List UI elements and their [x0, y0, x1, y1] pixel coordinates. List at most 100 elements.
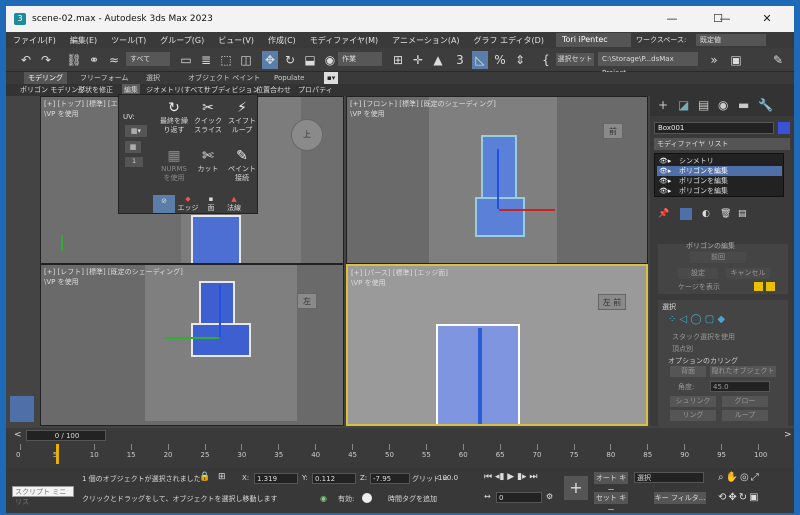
spinner-snap-icon[interactable]: ⇕: [512, 51, 528, 69]
more-icon[interactable]: »: [706, 51, 722, 69]
modifier-list-dropdown[interactable]: モディファイヤ リスト: [654, 138, 790, 150]
move-gizmo-y[interactable]: [219, 285, 221, 337]
select-object-icon[interactable]: ▭: [178, 51, 194, 69]
auto-key-button[interactable]: オート キー: [594, 472, 628, 494]
link-icon[interactable]: ⛓: [66, 51, 82, 69]
set-key-button[interactable]: セット キー: [594, 492, 628, 513]
time-config-icon[interactable]: ⚙: [546, 492, 553, 501]
eye-icon[interactable]: 👁▸: [659, 186, 671, 196]
viewport-persp-label[interactable]: [+] [パース] [標準] [エッジ面]: [351, 268, 448, 278]
timeline-next-icon[interactable]: >: [784, 430, 792, 440]
move-gizmo-y[interactable]: [478, 328, 482, 424]
modify-tab-icon[interactable]: ◪: [678, 98, 689, 112]
create-selection-set-button[interactable]: 選択セット: [556, 53, 594, 66]
user-account-menu[interactable]: Tori iPentec: [556, 33, 631, 47]
key-mode-icon[interactable]: ↔: [484, 492, 491, 501]
subobject-icons[interactable]: ⁘ ◁ ◯ ▢ ◆: [668, 314, 725, 325]
reference-coordinate-dropdown[interactable]: 作業: [338, 52, 382, 66]
undo-icon[interactable]: ↶: [18, 51, 34, 69]
set-key-icon[interactable]: +: [564, 476, 588, 500]
settings-button[interactable]: 設定: [678, 268, 718, 279]
backface-button[interactable]: 背面: [670, 366, 706, 377]
ring-button[interactable]: リング: [670, 410, 716, 421]
place-icon[interactable]: ◉: [322, 51, 338, 69]
use-stack-selection-checkbox[interactable]: スタック選択を使用: [672, 332, 735, 342]
constraint-none-icon[interactable]: ⊘: [153, 195, 175, 213]
rotate-icon[interactable]: ↻: [282, 51, 298, 69]
subtab-modify-shape[interactable]: 形状を修正: [78, 84, 113, 96]
menu-edit[interactable]: 編集(E): [63, 35, 104, 46]
menu-animation[interactable]: アニメーション(A): [385, 35, 466, 46]
box-object[interactable]: [191, 215, 241, 263]
z-field[interactable]: -7.95: [370, 473, 410, 484]
menu-graph-editors[interactable]: グラフ エディタ(D): [467, 35, 551, 46]
eye-icon[interactable]: 👁▸: [659, 176, 671, 186]
scale-icon[interactable]: ⬓: [302, 51, 318, 69]
viewport-layout-icon[interactable]: [10, 396, 34, 422]
maximize-button[interactable]: ☐: [695, 6, 741, 32]
tab-modeling[interactable]: モデリング: [24, 72, 67, 84]
isolate-icon[interactable]: ⊞: [218, 472, 226, 482]
workspace-dropdown[interactable]: 既定値: [696, 34, 766, 46]
make-unique-icon[interactable]: ◐: [702, 209, 710, 219]
utilities-tab-icon[interactable]: 🔧: [758, 98, 773, 112]
x-field[interactable]: 1.319: [254, 473, 298, 484]
nurms-button[interactable]: ▦ NURMS を使用: [159, 147, 189, 183]
angle-snap-icon[interactable]: ◺: [472, 51, 488, 69]
repeat-last-button[interactable]: ↻ 最終を繰り返す: [159, 99, 189, 135]
close-button[interactable]: ✕: [744, 6, 790, 32]
box-object-lower[interactable]: [191, 323, 251, 357]
tab-populate[interactable]: Populate: [274, 72, 304, 84]
viewport-perspective[interactable]: 左 前 [+] [パース] [標準] [エッジ面] \VP を使用: [346, 264, 648, 426]
by-vertex-checkbox[interactable]: 頂点別: [672, 344, 693, 354]
current-frame-field[interactable]: 0: [496, 492, 542, 503]
subtab-properties[interactable]: プロパティ: [298, 84, 333, 96]
viewport-top-label[interactable]: [+] [トップ] [標準] [エ: [44, 99, 118, 109]
rect-selection-icon[interactable]: ⬚: [218, 51, 234, 69]
menu-group[interactable]: グループ(G): [153, 35, 211, 46]
viewcube-left[interactable]: 左: [297, 293, 317, 309]
render-icon[interactable]: ✎: [770, 51, 786, 69]
add-time-tag[interactable]: 時間タグを追加: [388, 494, 437, 504]
snap-toggle-icon[interactable]: 3: [452, 51, 468, 69]
angle-field[interactable]: 45.0: [710, 381, 770, 392]
loop-button[interactable]: ループ: [722, 410, 768, 421]
previous-button[interactable]: 前回: [690, 252, 746, 263]
viewport-left[interactable]: 左 [+] [レフト] [標準] [既定のシェーディング] \VP を使用: [40, 264, 344, 426]
menu-file[interactable]: ファイル(F): [6, 35, 63, 46]
object-name-field[interactable]: Box001: [654, 122, 774, 134]
stack-item-symmetry[interactable]: 👁▸ シンメトリ: [657, 156, 782, 166]
constraint-normal-button[interactable]: ▲ 法線: [223, 195, 245, 213]
configure-sets-icon[interactable]: ▤: [738, 209, 747, 219]
remove-modifier-icon[interactable]: 🗑: [720, 209, 731, 219]
timeline-cursor[interactable]: [56, 444, 59, 464]
create-tab-icon[interactable]: +: [658, 98, 668, 112]
viewport-navigation-icons[interactable]: ⌕✋◎⤢: [718, 472, 761, 483]
viewcube-top[interactable]: 上: [291, 119, 323, 151]
cut-button[interactable]: ✄ カット: [193, 147, 223, 174]
bind-spacewarp-icon[interactable]: ≈: [106, 51, 122, 69]
pin-stack-icon[interactable]: 📌: [658, 209, 669, 219]
uv-tool-icon[interactable]: ▦▾: [125, 125, 147, 137]
redo-icon[interactable]: ↷: [38, 51, 54, 69]
subtab-align[interactable]: 位置合わせ: [256, 84, 291, 96]
stack-item-edit-poly-3[interactable]: 👁▸ ポリゴンを編集: [657, 186, 782, 196]
eye-icon[interactable]: 👁▸: [659, 166, 671, 176]
hierarchy-tab-icon[interactable]: ▤: [698, 98, 709, 112]
cancel-button[interactable]: キャンセル: [726, 268, 770, 279]
minimize-button[interactable]: —: [649, 6, 695, 32]
cage-color-swatch[interactable]: [754, 282, 763, 291]
ribbon-toggle-icon[interactable]: ▪▾: [324, 72, 339, 84]
move-icon[interactable]: ✥: [262, 51, 278, 69]
lock-selection-icon[interactable]: 🔒: [199, 472, 210, 482]
select-by-name-icon[interactable]: ≣: [198, 51, 214, 69]
select-manipulate-icon[interactable]: ✛: [410, 51, 426, 69]
tab-selection[interactable]: 選択: [146, 72, 160, 84]
unlink-icon[interactable]: ⚭: [86, 51, 102, 69]
show-cage-checkbox[interactable]: ケージを表示: [678, 282, 720, 292]
object-color-swatch[interactable]: [778, 122, 790, 134]
paint-connect-button[interactable]: ✎ ペイント接続: [227, 147, 257, 183]
stack-item-edit-poly-2[interactable]: 👁▸ ポリゴンを編集: [657, 176, 782, 186]
enabled-toggle[interactable]: [362, 493, 372, 503]
move-gizmo-x[interactable]: [499, 209, 555, 211]
